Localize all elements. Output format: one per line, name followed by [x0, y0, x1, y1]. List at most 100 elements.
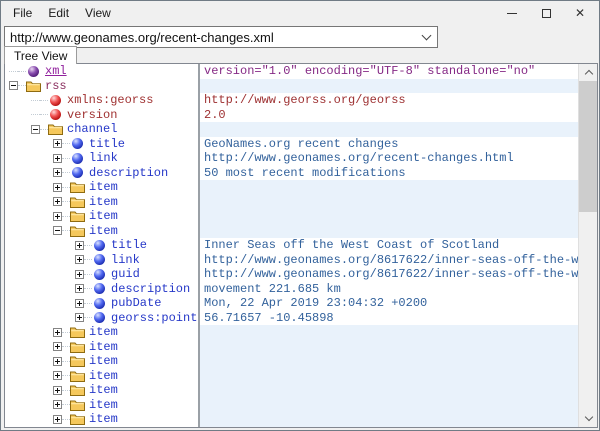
- tree-node-item[interactable]: item: [5, 398, 198, 413]
- tree-node-georss:point[interactable]: georss:point: [5, 311, 198, 326]
- expander-plus-icon[interactable]: [75, 241, 84, 250]
- scroll-up-button[interactable]: [579, 64, 598, 81]
- tree-connector: [62, 361, 70, 362]
- tree-node-label[interactable]: rss: [44, 79, 67, 93]
- expander-plus-icon[interactable]: [53, 183, 62, 192]
- scroll-down-button[interactable]: [579, 410, 598, 427]
- tree-connector: [62, 375, 70, 376]
- tree-node-label[interactable]: title: [110, 238, 147, 252]
- tree-node-label[interactable]: item: [88, 325, 118, 339]
- tree-node-label[interactable]: description: [88, 166, 168, 180]
- value-row: 56.71657 -10.45898: [200, 311, 578, 326]
- tree-node-item[interactable]: item: [5, 369, 198, 384]
- value-text: 50 most recent modifications: [204, 166, 406, 180]
- expander-plus-icon[interactable]: [53, 357, 62, 366]
- menu-file[interactable]: File: [5, 3, 40, 23]
- value-text: 56.71657 -10.45898: [204, 311, 334, 325]
- tree-node-item[interactable]: item: [5, 354, 198, 369]
- maximize-button[interactable]: [529, 2, 563, 24]
- tree-node-label[interactable]: item: [88, 398, 118, 412]
- tree-node-label[interactable]: pubDate: [110, 296, 161, 310]
- expander-plus-icon[interactable]: [53, 415, 62, 424]
- expander-plus-icon[interactable]: [75, 284, 84, 293]
- tree-node-label[interactable]: item: [88, 224, 118, 238]
- scrollbar-thumb[interactable]: [579, 81, 598, 212]
- tree-node-link[interactable]: link: [5, 253, 198, 268]
- chevron-down-icon: [421, 31, 431, 41]
- tree-node-label[interactable]: item: [88, 369, 118, 383]
- tree-node-label[interactable]: item: [88, 180, 118, 194]
- expander-plus-icon[interactable]: [75, 299, 84, 308]
- tree-node-item[interactable]: item: [5, 325, 198, 340]
- expander-plus-icon[interactable]: [75, 313, 84, 322]
- tree-node-label[interactable]: link: [110, 253, 140, 267]
- tree-node-description[interactable]: description: [5, 166, 198, 181]
- tree-node-title[interactable]: title: [5, 238, 198, 253]
- menu-view[interactable]: View: [77, 3, 119, 23]
- tree-connector: [9, 71, 18, 72]
- folder-icon: [70, 413, 85, 426]
- tree-node-pubDate[interactable]: pubDate: [5, 296, 198, 311]
- tree-node-label[interactable]: item: [88, 383, 118, 397]
- tree-node-label[interactable]: item: [88, 354, 118, 368]
- close-button[interactable]: ✕: [563, 2, 597, 24]
- tree-connector: [62, 230, 70, 231]
- expander-plus-icon[interactable]: [53, 154, 62, 163]
- tree-node-label[interactable]: item: [88, 412, 118, 426]
- tree-node-item[interactable]: item: [5, 340, 198, 355]
- tree-node-item[interactable]: item: [5, 180, 198, 195]
- expander-minus-icon[interactable]: [53, 226, 62, 235]
- value-row: http://www.geonames.org/recent-changes.h…: [200, 151, 578, 166]
- expander-minus-icon[interactable]: [31, 125, 40, 134]
- tree-node-label[interactable]: xmlns:georss: [66, 93, 153, 107]
- expander-plus-icon[interactable]: [53, 386, 62, 395]
- tree-node-xmlns:georss[interactable]: xmlns:georss: [5, 93, 198, 108]
- expander-plus-icon[interactable]: [53, 400, 62, 409]
- tree-node-label[interactable]: georss:point: [110, 311, 197, 325]
- tree-node-item[interactable]: item: [5, 209, 198, 224]
- expander-plus-icon[interactable]: [75, 255, 84, 264]
- url-input[interactable]: [5, 28, 415, 46]
- tree-node-xml[interactable]: xml: [5, 64, 198, 79]
- tree-node-label[interactable]: title: [88, 137, 125, 151]
- value-row: http://www.geonames.org/8617622/inner-se…: [200, 267, 578, 282]
- tree-node-label[interactable]: xml: [44, 64, 67, 78]
- expander-plus-icon[interactable]: [53, 139, 62, 148]
- expander-plus-icon[interactable]: [53, 168, 62, 177]
- minimize-button[interactable]: [495, 2, 529, 24]
- tree-node-item[interactable]: item: [5, 195, 198, 210]
- menu-edit[interactable]: Edit: [40, 3, 77, 23]
- tree-node-item[interactable]: item: [5, 224, 198, 239]
- tree-node-item[interactable]: item: [5, 383, 198, 398]
- tree-node-item[interactable]: item: [5, 412, 198, 427]
- expander-minus-icon[interactable]: [9, 81, 18, 90]
- expander-plus-icon[interactable]: [53, 342, 62, 351]
- tree-connector: [40, 114, 48, 115]
- tree-node-channel[interactable]: channel: [5, 122, 198, 137]
- url-dropdown-button[interactable]: [415, 27, 437, 47]
- tree-node-label[interactable]: item: [88, 340, 118, 354]
- tree-node-label[interactable]: item: [88, 209, 118, 223]
- element-icon: [92, 253, 107, 266]
- vertical-scrollbar[interactable]: [578, 64, 597, 427]
- tree-node-version[interactable]: version: [5, 108, 198, 123]
- tree-node-label[interactable]: channel: [66, 122, 117, 136]
- tree-node-label[interactable]: item: [88, 195, 118, 209]
- tab-tree-view[interactable]: Tree View: [4, 46, 77, 64]
- expander-plus-icon[interactable]: [53, 371, 62, 380]
- tree-node-title[interactable]: title: [5, 137, 198, 152]
- expander-plus-icon[interactable]: [53, 328, 62, 337]
- tree-node-label[interactable]: description: [110, 282, 190, 296]
- tree-node-label[interactable]: guid: [110, 267, 140, 281]
- value-text: 2.0: [204, 108, 226, 122]
- content-pane: xmlrssxmlns:georssversionchanneltitlelin…: [4, 63, 598, 428]
- tree-node-label[interactable]: version: [66, 108, 117, 122]
- tree-node-label[interactable]: link: [88, 151, 118, 165]
- tree-node-guid[interactable]: guid: [5, 267, 198, 282]
- expander-plus-icon[interactable]: [53, 212, 62, 221]
- tree-node-link[interactable]: link: [5, 151, 198, 166]
- expander-plus-icon[interactable]: [53, 197, 62, 206]
- expander-plus-icon[interactable]: [75, 270, 84, 279]
- tree-node-description[interactable]: description: [5, 282, 198, 297]
- tree-node-rss[interactable]: rss: [5, 79, 198, 94]
